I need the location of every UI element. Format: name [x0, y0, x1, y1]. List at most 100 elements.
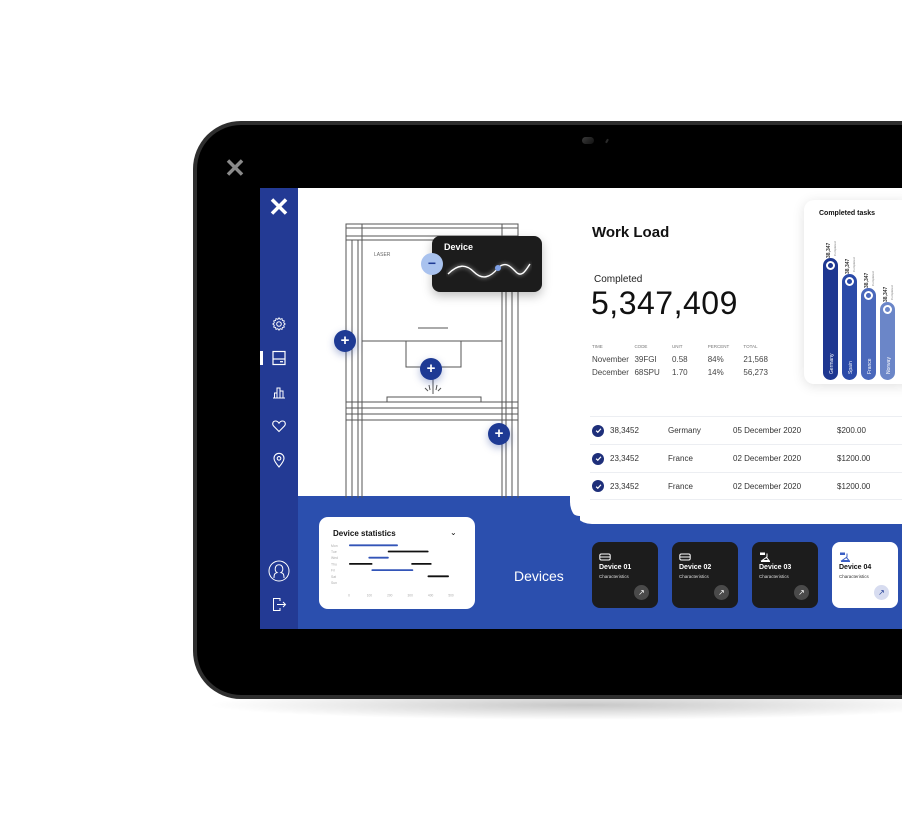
completed-tasks-title: Completed tasks	[819, 210, 876, 217]
day-label: Mon	[331, 544, 338, 548]
x-tick-label: 300	[408, 593, 414, 597]
tx-country: France	[668, 481, 693, 491]
task-bar-spain[interactable]: Spain	[842, 274, 857, 380]
task-bar-norway[interactable]: Norway	[880, 302, 895, 380]
device-card-1[interactable]: Device 01 Characteristics ↗	[592, 542, 658, 608]
bar-value-label: 38,347	[883, 286, 889, 302]
device-subtitle: Characteristics	[839, 574, 869, 579]
user-avatar-button[interactable]	[268, 560, 290, 582]
table-row: December 68SPU 1.70 14% 56,273	[592, 366, 782, 379]
panel-notch	[540, 496, 580, 528]
bar-caption-label: Completed	[833, 241, 837, 256]
devices-label: Devices	[514, 568, 564, 584]
app-screen: ✕ LASER + + + Device − Work Load Complet…	[260, 188, 902, 629]
device-card-2[interactable]: Device 02 Characteristics ↗	[672, 542, 738, 608]
bar-country-label: Spain	[847, 361, 854, 374]
bar-handle-icon	[845, 277, 854, 286]
heart-icon	[272, 420, 286, 433]
bar-value-label: 38,347	[826, 242, 832, 258]
x-tick-label: 500	[448, 593, 454, 597]
bar-caption-label: Completed	[852, 257, 856, 272]
sidebar-item-settings[interactable]	[271, 316, 287, 332]
day-label: Tue	[331, 550, 337, 554]
gantt-segment	[371, 569, 414, 571]
bar-handle-icon	[883, 305, 892, 314]
sidebar-item-analytics[interactable]	[271, 384, 287, 400]
robot-arm-icon	[759, 549, 771, 562]
tx-id: 38,3452	[610, 426, 639, 435]
gear-icon	[272, 317, 286, 331]
completed-label: Completed	[594, 274, 643, 285]
tx-country: Germany	[668, 426, 701, 435]
open-device-button[interactable]: ↗	[634, 585, 649, 600]
gantt-segment	[349, 544, 398, 547]
cell-percent: 84%	[707, 355, 724, 364]
tx-amount: $1200.00	[837, 454, 871, 463]
sidebar-item-location[interactable]	[271, 452, 287, 468]
task-bar-france[interactable]: France	[861, 288, 876, 380]
header-total: TOTAL	[743, 344, 758, 349]
printer-icon	[599, 549, 611, 561]
cell-unit: 1.70	[672, 368, 688, 377]
open-device-button[interactable]: ↗	[794, 585, 809, 600]
check-icon	[592, 424, 604, 437]
sidebar-item-favorites[interactable]	[271, 418, 287, 434]
completed-value: 5,347,409	[591, 285, 738, 321]
tx-date: 02 December 2020	[733, 481, 802, 491]
sidebar-item-devices[interactable]	[271, 350, 287, 366]
header-unit: UNIT	[672, 344, 683, 349]
x-tick-label: 0	[348, 593, 350, 597]
tx-date: 05 December 2020	[733, 426, 802, 435]
completed-tasks-card: Completed tasks Germany 38,347 Completed Sp…	[804, 200, 902, 384]
bar-caption-label: Completed	[871, 271, 875, 286]
day-label: Sun	[331, 581, 337, 585]
tx-date: 02 December 2020	[733, 454, 802, 463]
header-code: CODE	[634, 344, 648, 349]
gantt-segment	[349, 563, 373, 565]
day-label: Wed	[331, 556, 338, 560]
printer-icon	[679, 549, 691, 561]
cell-time: December	[592, 368, 629, 377]
close-icon[interactable]: ✕	[268, 194, 290, 220]
tx-amount: $200.00	[837, 426, 866, 435]
gantt-segment	[427, 575, 449, 578]
device-statistics-card: Device statistics ⌄ Mon Tue Wed Thu Fri Sat Su…	[319, 517, 475, 609]
tx-amount: $1200.00	[837, 481, 871, 491]
device-name: Device 04	[839, 564, 872, 571]
open-device-button[interactable]: ↗	[714, 585, 729, 600]
device-name: Device 02	[679, 564, 712, 571]
user-avatar-icon	[268, 560, 290, 582]
hotspot-right-button[interactable]: +	[488, 423, 510, 445]
device-subtitle: Characteristics	[599, 574, 629, 579]
transactions-list: 38,3452 Germany 05 December 2020 $200.00…	[590, 416, 902, 500]
bar-chart-icon	[273, 387, 285, 399]
stage: ✕ ✕ LASER + + + Device − Work Load Compl…	[0, 0, 902, 820]
device-card-3[interactable]: Device 03 Characteristics ↗	[752, 542, 818, 608]
logout-button[interactable]	[272, 597, 287, 612]
open-device-button[interactable]: ↗	[874, 585, 889, 600]
cell-code: 39FGI	[634, 355, 657, 364]
camera-icon	[582, 137, 594, 144]
cell-total: 56,273	[743, 368, 768, 377]
x-tick-label: 100	[367, 593, 373, 597]
list-item[interactable]: 23,3452 France 02 December 2020 $1200.00	[590, 444, 902, 472]
cell-total: 21,568	[743, 355, 768, 364]
task-bar-germany[interactable]: Germany	[823, 258, 838, 380]
tx-id: 23,3452	[610, 481, 639, 491]
workload-title: Work Load	[592, 224, 670, 241]
list-item[interactable]: 23,3452 France 02 December 2020 $1200.00	[590, 472, 902, 500]
bar-country-label: France	[866, 358, 873, 374]
hotspot-left-button[interactable]: +	[334, 330, 356, 352]
workload-table-header: TIME CODE UNIT PERCENT TOTAL	[592, 344, 782, 353]
list-item[interactable]: 38,3452 Germany 05 December 2020 $200.00	[590, 416, 902, 444]
collapse-popup-button[interactable]: −	[421, 253, 443, 275]
active-indicator	[260, 351, 263, 365]
tx-country: France	[668, 454, 693, 463]
cell-percent: 14%	[707, 368, 724, 377]
device-subtitle: Characteristics	[679, 574, 709, 579]
device-subtitle: Characteristics	[759, 574, 789, 579]
x-tick-label: 200	[387, 593, 393, 597]
device-card-4[interactable]: Device 04 Characteristics ↗	[832, 542, 898, 608]
hotspot-laser-button[interactable]: +	[420, 358, 442, 380]
chevron-down-icon[interactable]: ⌄	[450, 528, 457, 537]
